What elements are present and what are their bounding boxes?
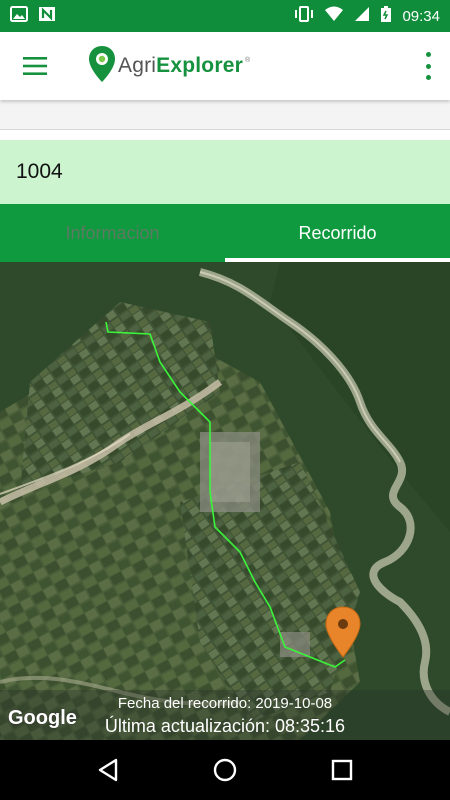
- tab-bar: Informacion Recorrido: [0, 204, 450, 262]
- app-bar: AgriExplorer ®: [0, 32, 450, 100]
- vibrate-icon: [294, 5, 314, 27]
- more-vert-icon[interactable]: [420, 52, 436, 80]
- location-pin-logo-icon: [88, 45, 116, 88]
- battery-icon: [380, 5, 392, 28]
- n-notification-icon: [38, 6, 56, 27]
- home-icon[interactable]: [205, 750, 245, 790]
- hamburger-menu-icon[interactable]: [0, 32, 70, 100]
- record-id: 1004: [16, 160, 63, 183]
- tab-recorrido[interactable]: Recorrido: [225, 204, 450, 262]
- route-map[interactable]: Google Fecha del recorrido: 2019-10-08 Ú…: [0, 262, 450, 740]
- recents-icon[interactable]: [322, 750, 362, 790]
- app-logo: AgriExplorer ®: [88, 45, 250, 88]
- logo-text: AgriExplorer: [118, 54, 243, 78]
- route-date-label: Fecha del recorrido: 2019-10-08: [117, 695, 333, 712]
- system-nav-bar: [0, 740, 450, 800]
- back-icon[interactable]: [88, 750, 128, 790]
- header-spacer: [0, 100, 450, 130]
- last-update-label: Última actualización: 08:35:16: [104, 716, 346, 736]
- satellite-map-image: [0, 262, 450, 740]
- record-id-bar: 1004: [0, 140, 450, 204]
- tab-informacion[interactable]: Informacion: [0, 204, 225, 262]
- logo-prefix: Agri: [118, 54, 157, 77]
- image-icon: [10, 5, 28, 27]
- wifi-icon: [324, 6, 344, 27]
- status-bar: 09:34: [0, 0, 450, 32]
- logo-bold: Explorer: [156, 54, 243, 77]
- logo-trademark: ®: [244, 56, 251, 64]
- signal-icon: [354, 6, 370, 27]
- status-time: 09:34: [402, 7, 440, 25]
